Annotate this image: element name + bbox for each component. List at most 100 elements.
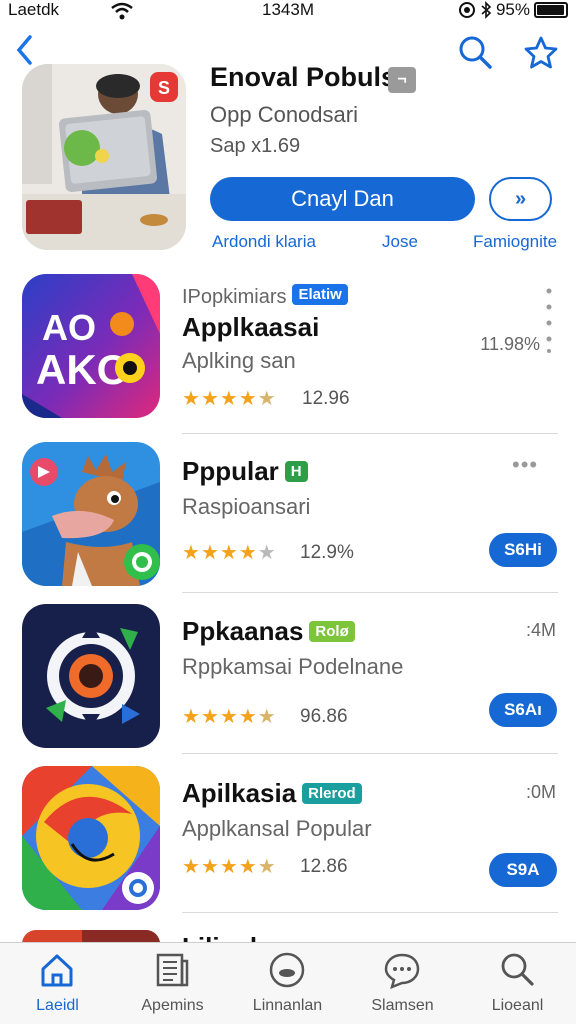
star-rating-1: ★★★★★ xyxy=(182,386,277,411)
tab-today[interactable]: Laeidl xyxy=(0,943,115,1024)
hero-title: Enoval Pobuls xyxy=(210,62,397,92)
tab-label-today: Laeidl xyxy=(36,997,79,1014)
app-size-3: :4M xyxy=(525,620,556,640)
star-icon: ★ xyxy=(219,706,239,728)
row-divider-1 xyxy=(182,433,558,434)
row-divider-2 xyxy=(182,592,558,593)
search-icon[interactable] xyxy=(456,34,494,72)
battery-fill xyxy=(537,5,564,15)
star-rating-4: ★★★★★ xyxy=(182,854,277,879)
get-button-2[interactable]: S6Hi xyxy=(489,533,557,567)
app-category-1: IPopkimiars Elatiw xyxy=(182,284,348,309)
app-title-label-4: Apilkasia xyxy=(182,778,297,808)
tab-games[interactable]: Linnanlan xyxy=(230,943,345,1024)
row-divider-3 xyxy=(182,753,558,754)
rating-value-3: 96.86 xyxy=(300,706,348,727)
app-title-label-2: Pppular xyxy=(182,456,279,486)
bluetooth-icon xyxy=(481,1,492,19)
ako-logo-icon: AO AKO xyxy=(22,274,160,418)
search-icon xyxy=(501,953,534,986)
app-subtitle-2: Raspioansari xyxy=(182,494,311,519)
hero-link-info[interactable]: Jose xyxy=(382,232,418,252)
tab-bar: Laeidl Apemins Linnanlan Slamsen Lioeanl xyxy=(0,942,576,1024)
location-icon xyxy=(458,2,475,18)
svg-text:S: S xyxy=(158,78,170,98)
hero-subtitle: Opp Conodsari xyxy=(210,102,358,127)
app-title-1: Applkaasai xyxy=(182,312,320,342)
app-title-4: Apilkasia Rlerod xyxy=(182,778,362,809)
hero-badge: ¬ xyxy=(388,67,416,93)
app-size-1: 11.98% xyxy=(480,334,540,354)
get-button[interactable]: Cnayl Dan xyxy=(210,177,475,221)
status-bar: Laetdk 1343M 95% xyxy=(0,0,576,22)
star-rating-3: ★★★★★ xyxy=(182,704,277,729)
row-divider-4 xyxy=(182,912,558,913)
star-icon: ★ xyxy=(182,388,201,410)
app-subtitle-4: Applkansal Popular xyxy=(182,816,372,841)
app-tag-2: H xyxy=(284,461,308,482)
star-icon: ★ xyxy=(238,706,258,728)
share-button[interactable]: » xyxy=(489,177,552,221)
star-icon: ★ xyxy=(238,856,258,878)
app-category-label-1: IPopkimiars xyxy=(182,286,287,308)
hero-app-image[interactable]: S xyxy=(22,64,186,250)
app-tag-1: Elatiw xyxy=(292,284,348,305)
chrome-style-icon xyxy=(22,766,160,910)
get-button-4[interactable]: S9A xyxy=(489,853,557,887)
star-icon: ★ xyxy=(257,542,277,564)
star-icon: ★ xyxy=(219,542,239,564)
chat-icon xyxy=(384,953,420,989)
app-size-4: :0M xyxy=(525,782,556,802)
games-icon xyxy=(269,952,305,988)
target-logo-icon xyxy=(22,604,160,748)
hero-link-developer[interactable]: Ardondi klaria xyxy=(212,232,316,252)
app-tag-4: Rlerod xyxy=(302,783,362,804)
app-subtitle-1: Aplking san xyxy=(182,348,296,373)
news-icon xyxy=(156,953,189,987)
app-icon-4[interactable] xyxy=(22,766,160,910)
tab-label-games: Linnanlan xyxy=(252,997,323,1014)
star-icon: ★ xyxy=(200,856,220,878)
tab-apps[interactable]: Apemins xyxy=(115,943,230,1024)
app-title-2: Pppular H xyxy=(182,456,308,487)
star-icon: ★ xyxy=(257,388,277,410)
tab-label-search: Lioeanl xyxy=(491,997,544,1014)
battery-percent: 95% xyxy=(495,0,530,19)
battery-icon xyxy=(534,2,568,18)
tab-label-messages: Slamsen xyxy=(371,997,434,1014)
tab-messages[interactable]: Slamsen xyxy=(345,943,460,1024)
tab-label-apps: Apemins xyxy=(141,997,204,1014)
star-icon: ★ xyxy=(219,388,239,410)
star-icon: ★ xyxy=(238,388,258,410)
star-rating-2: ★★★★★ xyxy=(182,540,277,565)
app-subtitle-3: Rppkamsai Podelnane xyxy=(182,654,404,679)
star-icon: ★ xyxy=(182,542,201,564)
hero-link-category[interactable]: Famiognite xyxy=(473,232,557,252)
hero-size: Sap x1.69 xyxy=(210,135,301,157)
star-icon: ★ xyxy=(182,706,201,728)
svg-text:AO: AO xyxy=(42,307,96,348)
rating-value-1: 12.96 xyxy=(302,388,350,409)
app-tag-3: Rolø xyxy=(309,621,355,642)
star-icon: ★ xyxy=(182,856,201,878)
star-icon: ★ xyxy=(257,856,277,878)
app-store-page: Laetdk 1343M 95% S Enoval Pobuls ¬ Opp C… xyxy=(0,0,576,1024)
chevron-left-icon[interactable] xyxy=(12,32,40,68)
rating-value-2: 12.9% xyxy=(300,542,354,563)
star-icon: ★ xyxy=(219,856,239,878)
dragon-character-icon xyxy=(22,442,160,586)
star-icon: ★ xyxy=(257,706,277,728)
app-icon-3[interactable] xyxy=(22,604,160,748)
status-right: 95% xyxy=(458,0,568,20)
app-title-3: Ppkaanas Rolø xyxy=(182,616,355,647)
home-icon xyxy=(41,954,73,987)
app-icon-1[interactable]: AO AKO xyxy=(22,274,160,418)
more-horizontal-icon[interactable]: ••• xyxy=(512,452,538,478)
rating-value-4: 12.86 xyxy=(300,856,348,877)
app-icon-2[interactable] xyxy=(22,442,160,586)
tab-search[interactable]: Lioeanl xyxy=(460,943,575,1024)
more-vertical-icon[interactable] xyxy=(544,287,554,353)
star-icon[interactable] xyxy=(522,34,560,72)
star-icon: ★ xyxy=(200,542,220,564)
get-button-3[interactable]: S6Aı xyxy=(489,693,557,727)
